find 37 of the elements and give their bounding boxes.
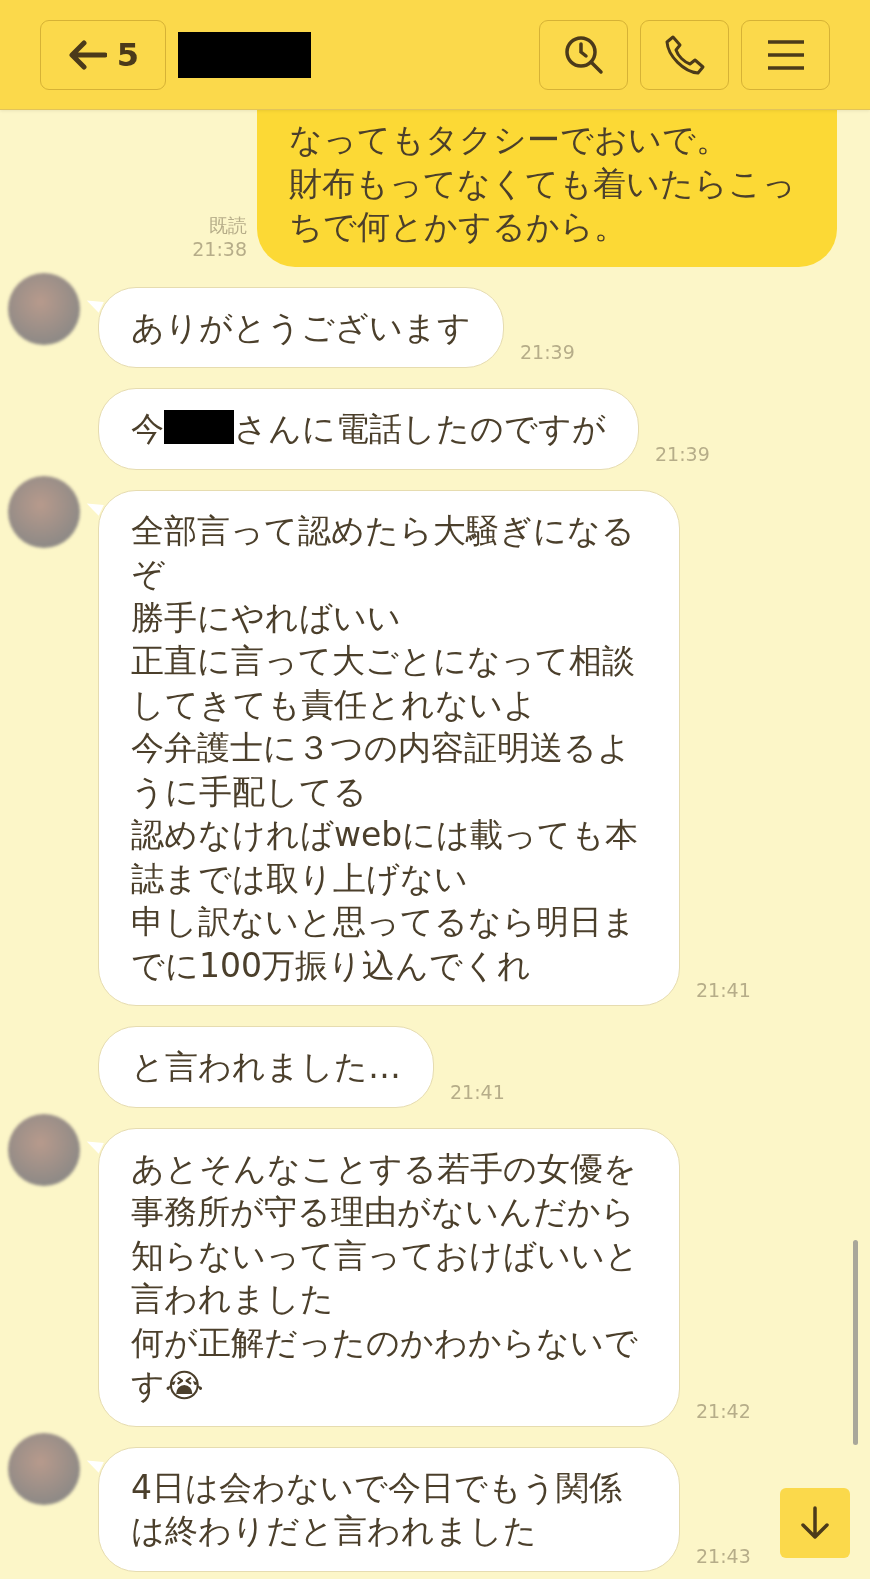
message-text: 全部言って認めたら大騒ぎになるぞ: [131, 509, 636, 595]
avatar[interactable]: [8, 1432, 80, 1505]
message-text: さんに電話したのですが: [234, 409, 606, 448]
message-text: 4日は会わないで今日でもう関係は終わりだと言われました: [131, 1466, 623, 1552]
message-text: 認めなければwebには載っても本誌までは取り上げない: [131, 814, 640, 900]
message-text: あとそんなことする若手の女優を事務所が守る理由がないんだから知らないって言っておけばいいと言われました: [131, 1147, 640, 1320]
avatar[interactable]: [8, 475, 80, 548]
message-time: 21:43: [696, 1543, 751, 1568]
message-time: 21:39: [520, 340, 575, 364]
message-text: 今: [131, 409, 164, 448]
message-text: 正直に言って大ごとになって相談してきても責任とれないよ: [131, 640, 636, 726]
message-time: 21:38: [192, 236, 247, 261]
scrollbar[interactable]: [853, 1240, 858, 1445]
avatar[interactable]: [8, 272, 80, 345]
back-arrow-icon: [66, 39, 107, 70]
message-text: 財布もってなくても着いたらこっちで何とかするから。: [289, 162, 797, 248]
message-time: 21:42: [696, 1398, 751, 1423]
message-time: 21:39: [655, 441, 710, 466]
message-text: ありがとうございます: [131, 306, 471, 349]
scroll-down-button[interactable]: [780, 1488, 850, 1558]
message-time: 21:41: [696, 978, 751, 1002]
message-time: 21:41: [450, 1079, 505, 1104]
message-text: 今弁護士に３つの内容証明送るように手配してる: [131, 727, 632, 813]
phone-icon: [663, 33, 706, 76]
read-receipt: 既読: [209, 212, 247, 237]
avatar[interactable]: [8, 1113, 80, 1186]
search-icon: [562, 33, 605, 76]
message-text: なってもタクシーでおいで。: [289, 119, 730, 161]
message-text: 勝手にやればいい: [131, 596, 402, 639]
message-text: 何が正解だったのかわからないです😭: [131, 1321, 639, 1407]
menu-button[interactable]: [741, 19, 830, 90]
back-button[interactable]: 5: [40, 19, 166, 90]
message-text: と言われました…: [131, 1046, 401, 1088]
message-text: 申し訳ないと思ってるなら明日までに100万振り込んでくれ: [131, 901, 637, 987]
search-button[interactable]: [539, 19, 628, 90]
menu-icon: [765, 38, 806, 71]
call-button[interactable]: [640, 19, 729, 90]
